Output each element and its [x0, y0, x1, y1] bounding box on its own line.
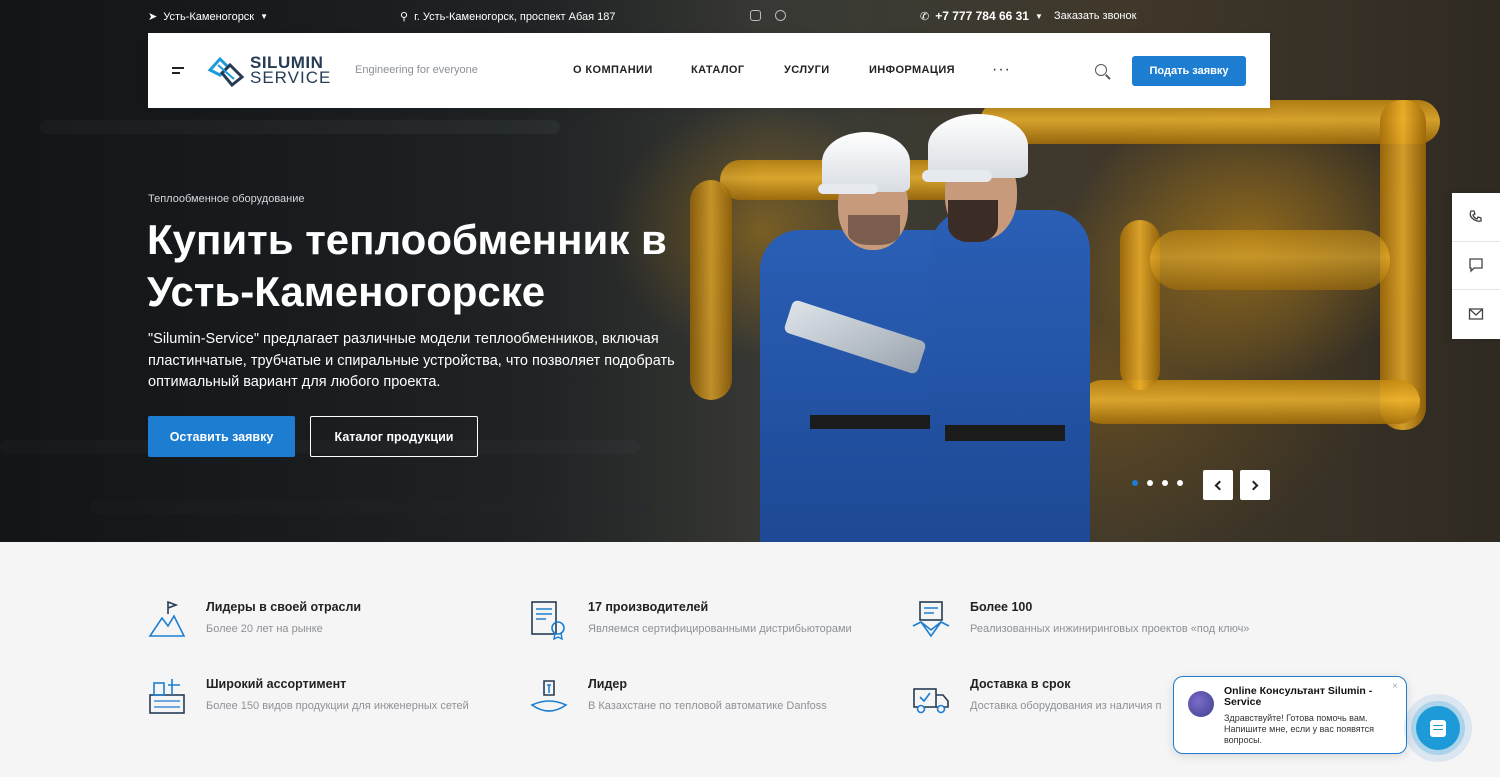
contact-side-widget — [1452, 193, 1500, 339]
consultant-avatar — [1188, 691, 1214, 717]
instagram-icon[interactable] — [750, 10, 761, 21]
feature-title: Более 100 — [970, 600, 1033, 614]
slider-next-button[interactable] — [1240, 470, 1270, 500]
hard-hat-icon — [928, 114, 1028, 178]
chevron-left-icon — [1214, 480, 1225, 490]
worker-belt — [945, 425, 1065, 441]
social-links — [750, 10, 786, 21]
feature-title: Широкий ассортимент — [206, 677, 347, 691]
address-text: г. Усть-Каменогорск, проспект Абая 187 — [414, 10, 616, 23]
feature-subtitle: Реализованных инжиниринговых проектов «п… — [970, 623, 1250, 635]
slider-dot[interactable] — [1132, 480, 1138, 486]
apply-button[interactable]: Подать заявку — [1132, 56, 1246, 86]
truck-icon — [913, 688, 949, 714]
chat-title: Online Консультант Silumin - Service — [1224, 685, 1373, 708]
slider-dot[interactable] — [1147, 480, 1153, 486]
chat-widget-button[interactable] — [1452, 242, 1500, 291]
search-icon[interactable] — [1095, 64, 1107, 76]
chat-icon — [1430, 719, 1446, 737]
worker-beard — [848, 215, 900, 245]
logo-line2: SERVICE — [250, 68, 332, 87]
top-bar: ➤ Усть-Каменогорск ▼ ⚲ г. Усть-Каменогор… — [0, 0, 1500, 33]
handshake-icon — [912, 601, 950, 638]
slider-pagination — [1132, 480, 1183, 486]
feature-title: Доставка в срок — [970, 677, 1071, 691]
slider-dot[interactable] — [1177, 480, 1183, 486]
catalog-button[interactable]: Каталог продукции — [310, 416, 478, 457]
hero-pipe — [1150, 230, 1390, 290]
chat-launcher-button[interactable] — [1404, 694, 1472, 762]
message-icon — [1469, 258, 1483, 273]
logo[interactable]: SILUMIN SERVICE — [206, 53, 331, 87]
chat-message: Здравствуйте! Готова помочь вам. Напишит… — [1224, 713, 1375, 745]
hard-hat-brim — [818, 184, 878, 194]
nav-services[interactable]: УСЛУГИ — [784, 64, 830, 76]
logo-mark-icon — [207, 56, 245, 87]
leave-request-button[interactable]: Оставить заявку — [148, 416, 295, 457]
map-pin-icon: ⚲ — [400, 11, 409, 23]
main-header: SILUMIN SERVICE Engineering for everyone… — [148, 33, 1270, 108]
hero-title: Купить теплообменник в Усть-Каменогорске — [147, 216, 667, 315]
email-widget-button[interactable] — [1452, 290, 1500, 339]
feature-subtitle: Более 150 видов продукции для инженерных… — [206, 700, 469, 712]
location-arrow-icon: ➤ — [148, 11, 158, 23]
certificate-icon — [531, 601, 565, 640]
chat-popup[interactable]: Online Консультант Silumin - Service Здр… — [1173, 676, 1407, 754]
feature-title: Лидер — [588, 677, 627, 691]
factory-icon — [149, 679, 185, 714]
chevron-down-icon: ▼ — [1034, 11, 1043, 21]
worker-body — [930, 210, 1090, 542]
nav-about[interactable]: О КОМПАНИИ — [573, 64, 653, 76]
worker-beard — [948, 200, 998, 242]
slider-prev-button[interactable] — [1203, 470, 1233, 500]
award-icon — [530, 680, 568, 712]
whatsapp-icon[interactable] — [775, 10, 786, 21]
hard-hat-icon — [822, 132, 910, 192]
feature-subtitle: Являемся сертифицированными дистрибьютор… — [588, 623, 852, 635]
feature-subtitle: В Казахстане по тепловой автоматике Danf… — [588, 700, 827, 712]
callback-widget-button[interactable] — [1452, 193, 1500, 242]
mail-icon — [1468, 308, 1484, 321]
city-selector[interactable]: ➤ Усть-Каменогорск ▼ — [148, 10, 269, 24]
phone-number: +7 777 784 66 31 — [935, 9, 1029, 23]
callback-link[interactable]: Заказать звонок — [1054, 10, 1136, 22]
chevron-down-icon: ▼ — [260, 12, 269, 21]
address: ⚲ г. Усть-Каменогорск, проспект Абая 187 — [400, 10, 616, 24]
tagline: Engineering for everyone — [355, 64, 478, 76]
phone-call-icon — [1469, 210, 1482, 222]
mountain-flag-icon — [148, 600, 186, 637]
hero-description: "Silumin-Service" предлагает различные м… — [148, 331, 675, 390]
chevron-right-icon — [1248, 480, 1259, 490]
phone-icon: ✆ — [920, 10, 930, 23]
feature-title: 17 производителей — [588, 600, 709, 614]
feature-title: Лидеры в своей отрасли — [206, 600, 362, 614]
phone-block[interactable]: ✆ +7 777 784 66 31 ▼ — [920, 9, 1043, 23]
worker-belt — [810, 415, 940, 429]
hero-eyebrow: Теплообменное оборудование — [148, 193, 305, 205]
more-menu-icon[interactable]: ··· — [992, 61, 1011, 79]
nav-information[interactable]: ИНФОРМАЦИЯ — [869, 64, 955, 76]
menu-burger-icon[interactable] — [172, 67, 184, 74]
close-icon[interactable]: × — [1392, 681, 1398, 692]
nav-catalog[interactable]: КАТАЛОГ — [691, 64, 745, 76]
hard-hat-brim — [922, 170, 992, 182]
city-label: Усть-Каменогорск — [163, 10, 255, 23]
slider-dot[interactable] — [1162, 480, 1168, 486]
feature-subtitle: Более 20 лет на рынке — [206, 623, 323, 635]
